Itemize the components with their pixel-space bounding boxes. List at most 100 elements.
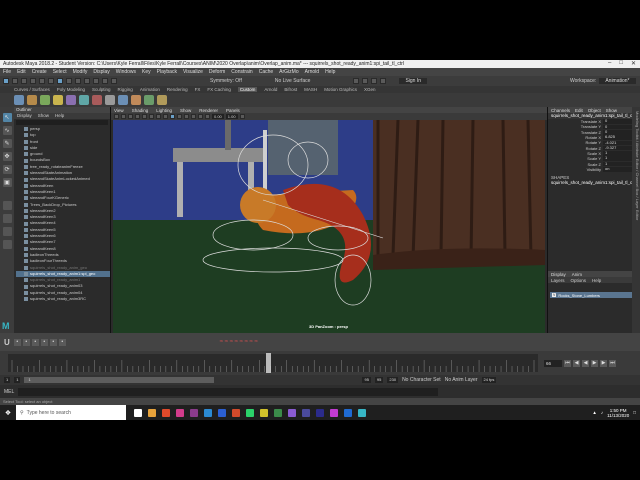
mel-label[interactable]: MEL xyxy=(4,389,14,395)
shelf-tab[interactable]: MASH xyxy=(304,87,317,92)
channel-attribute-value[interactable]: on xyxy=(603,166,633,172)
shelf-tab[interactable]: Bifrost xyxy=(284,87,297,92)
layer-editor-tab[interactable]: Anim xyxy=(572,272,582,277)
open-scene-icon[interactable] xyxy=(21,78,27,84)
app-icon[interactable] xyxy=(190,408,198,417)
go-to-end-icon[interactable]: ⏭ xyxy=(609,359,616,367)
menu-item-key[interactable]: Key xyxy=(142,69,151,75)
shelf-tool-icon[interactable] xyxy=(105,95,115,105)
shelf-tab[interactable]: FX xyxy=(195,87,201,92)
select-component-icon[interactable] xyxy=(75,78,81,84)
browser-icon[interactable] xyxy=(162,408,170,417)
app-icon[interactable] xyxy=(176,408,184,417)
app-icon[interactable] xyxy=(260,408,268,417)
shelf-tab[interactable]: Rigging xyxy=(118,87,133,92)
shelf-tab[interactable]: Poly Modeling xyxy=(57,87,85,92)
menu-item-file[interactable]: File xyxy=(3,69,11,75)
current-frame-field[interactable]: 66 xyxy=(544,359,562,367)
exposure-field[interactable]: 1.00 xyxy=(225,114,238,119)
bookmark-icon[interactable] xyxy=(128,114,133,119)
paint-select-icon[interactable]: ✎ xyxy=(2,139,12,148)
menu-item-cache[interactable]: Cache xyxy=(259,69,273,75)
pose-tools-icon[interactable]: ≈ ≈ ≈ ≈ ≈ ≈ ≈ ≈ xyxy=(220,339,258,345)
layout-four-icon[interactable] xyxy=(2,214,12,223)
menu-item-constrain[interactable]: Constrain xyxy=(231,69,252,75)
channel-attribute-value[interactable]: 0 xyxy=(603,119,633,124)
shelf-tool-icon[interactable] xyxy=(40,95,50,105)
channel-box-tab[interactable]: Channels xyxy=(551,108,570,113)
xray-icon[interactable] xyxy=(198,114,203,119)
key-tool-icon[interactable]: • xyxy=(13,338,21,346)
ipr-render-icon[interactable] xyxy=(362,78,369,84)
key-tool-icon[interactable]: • xyxy=(22,338,30,346)
camera-lock-icon[interactable] xyxy=(121,114,126,119)
app-icon[interactable] xyxy=(330,408,338,417)
menu-item-help[interactable]: Help xyxy=(325,69,335,75)
rotate-tool-icon[interactable]: ⟳ xyxy=(2,165,12,174)
mel-input[interactable] xyxy=(18,387,439,396)
image-plane-icon[interactable] xyxy=(135,114,140,119)
taskbar-search-input[interactable]: ⚲ Type here to search xyxy=(16,405,126,420)
isolate-icon[interactable] xyxy=(205,114,210,119)
layout-two-icon[interactable] xyxy=(2,227,12,236)
windows-start-icon[interactable]: ❖ xyxy=(0,405,16,420)
grid-icon[interactable] xyxy=(142,114,147,119)
task-view-icon[interactable] xyxy=(134,408,142,417)
shelf-tab[interactable]: FX Caching xyxy=(207,87,231,92)
channel-box-tab[interactable]: Edit xyxy=(575,108,583,113)
menu-item-select[interactable]: Select xyxy=(53,69,67,75)
workspace-dropdown[interactable]: Animation* xyxy=(599,78,636,84)
outliner-menu-item[interactable]: Display xyxy=(17,113,32,119)
new-scene-icon[interactable] xyxy=(12,78,18,84)
menu-item-arnold[interactable]: Arnold xyxy=(305,69,319,75)
hypershade-icon[interactable] xyxy=(380,78,387,84)
clock[interactable]: 1:50 PM 11/13/2020 xyxy=(607,408,629,418)
notifications-icon[interactable]: □ xyxy=(633,410,636,415)
undo-icon[interactable] xyxy=(39,78,45,84)
lasso-tool-icon[interactable]: ∿ xyxy=(2,126,12,135)
shelf-tool-icon[interactable] xyxy=(92,95,102,105)
menu-item-edit[interactable]: Edit xyxy=(17,69,26,75)
sign-in-button[interactable]: Sign In xyxy=(399,78,428,84)
minimize-icon[interactable]: – xyxy=(608,60,611,67)
snap-point-icon[interactable] xyxy=(102,78,108,84)
app-icon[interactable] xyxy=(302,408,310,417)
go-to-start-icon[interactable]: ⏮ xyxy=(564,359,571,367)
viewport-menu-item[interactable]: Show xyxy=(180,108,191,113)
scale-tool-icon[interactable]: ▣ xyxy=(2,178,12,187)
outliner-item[interactable]: squirrels_shot_ready_anim3RC xyxy=(16,296,110,302)
viewport-menu-item[interactable]: Panels xyxy=(226,108,240,113)
camera-select-icon[interactable] xyxy=(114,114,119,119)
powerpoint-icon[interactable] xyxy=(232,408,240,417)
chrome-icon[interactable] xyxy=(274,408,282,417)
shelf-tool-icon[interactable] xyxy=(27,95,37,105)
shelf-tool-icon[interactable] xyxy=(53,95,63,105)
layout-single-icon[interactable] xyxy=(2,201,12,210)
shelf-tool-icon[interactable] xyxy=(118,95,128,105)
select-hierarchy-icon[interactable] xyxy=(57,78,63,84)
end-time-field-2[interactable]: 230 xyxy=(387,377,399,383)
menu-item-display[interactable]: Display xyxy=(93,69,109,75)
maximize-icon[interactable]: □ xyxy=(619,60,623,67)
key-tool-icon[interactable]: • xyxy=(49,338,57,346)
layer-editor-menu-item[interactable]: Layers xyxy=(551,278,565,283)
key-tool-icon[interactable]: • xyxy=(31,338,39,346)
shelf-tool-icon[interactable] xyxy=(144,95,154,105)
app-icon[interactable] xyxy=(288,408,296,417)
symmetry-field[interactable]: Symmetry: Off xyxy=(210,78,242,84)
step-forward-icon[interactable]: ▶ xyxy=(600,359,607,367)
viewport-menu-item[interactable]: View xyxy=(114,108,124,113)
shelf-tool-icon[interactable] xyxy=(79,95,89,105)
select-object-icon[interactable] xyxy=(66,78,72,84)
shelf-tool-icon[interactable] xyxy=(14,95,24,105)
viewport-menu-item[interactable]: Lighting xyxy=(156,108,172,113)
file-explorer-icon[interactable] xyxy=(148,408,156,417)
snap-grid-icon[interactable] xyxy=(84,78,90,84)
shelf-tool-icon[interactable] xyxy=(131,95,141,105)
play-back-icon[interactable]: ◀ xyxy=(582,359,589,367)
channel-attribute-value[interactable]: -9.327 xyxy=(603,145,633,151)
menu-item-modify[interactable]: Modify xyxy=(73,69,88,75)
menu-item-argizmo[interactable]: ArGizMo xyxy=(279,69,298,75)
playback-start-field[interactable]: 1 xyxy=(14,377,21,383)
side-tabs-strip[interactable]: Modeling Toolkit / Attribute Editor / Ch… xyxy=(632,107,640,333)
